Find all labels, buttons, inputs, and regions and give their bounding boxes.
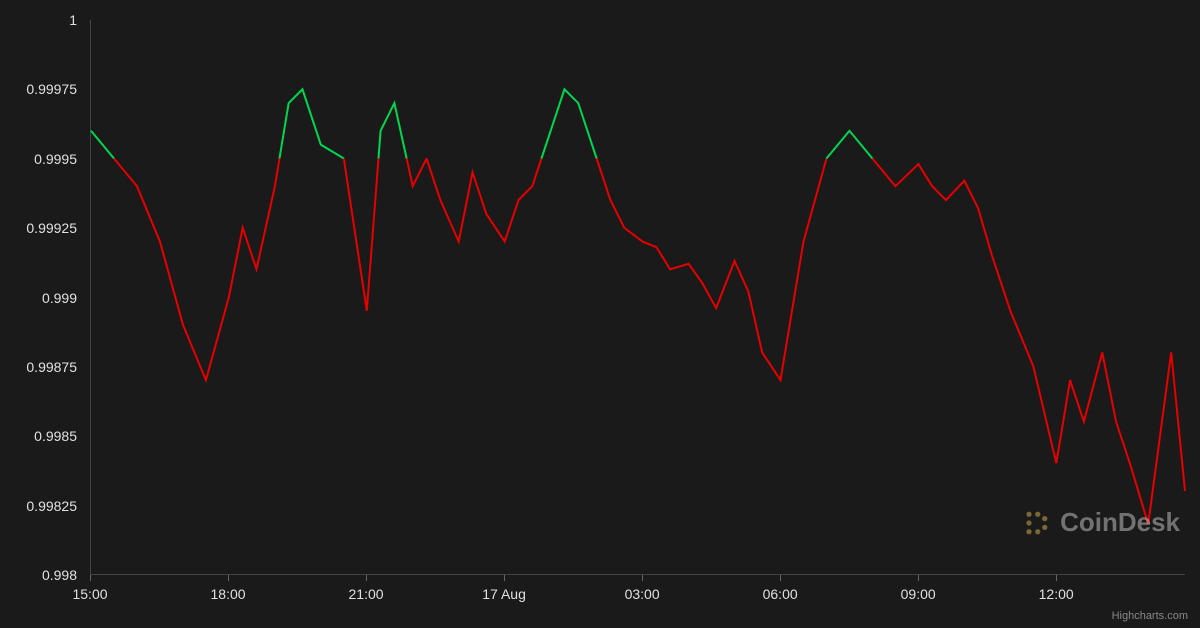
y-tick-label: 0.9995 [34, 151, 77, 167]
line-segment-up [279, 89, 343, 158]
x-tick-label: 09:00 [901, 586, 936, 602]
x-tick-label: 21:00 [349, 586, 384, 602]
y-tick-label: 0.9985 [34, 428, 77, 444]
x-tick-label: 12:00 [1039, 586, 1074, 602]
watermark-text: CoinDesk [1060, 507, 1180, 538]
line-segment-up [91, 131, 114, 159]
x-tick-label: 15:00 [72, 586, 107, 602]
x-axis: 15:0018:0021:0017 Aug03:0006:0009:0012:0… [90, 578, 1185, 608]
chart-line [91, 20, 1185, 574]
price-chart: 0.998 0.99825 0.9985 0.99875 0.999 0.99925 0.9… [0, 0, 1200, 628]
line-segment-down [344, 159, 379, 311]
line-segment-down [427, 159, 542, 242]
y-tick-label: 0.998 [42, 567, 77, 583]
coindesk-icon [1022, 509, 1050, 537]
y-tick-label: 0.999 [42, 290, 77, 306]
plot-area [90, 20, 1185, 575]
line-segment-down [597, 159, 827, 381]
y-tick-label: 0.99825 [26, 498, 77, 514]
x-tick-label: 18:00 [210, 586, 245, 602]
y-axis: 0.9980.998250.99850.998750.9990.999250.9… [0, 20, 85, 575]
y-tick-label: 0.99925 [26, 220, 77, 236]
x-tick-label: 03:00 [625, 586, 660, 602]
y-tick-label: 1 [69, 12, 77, 28]
line-segment-up [378, 103, 406, 158]
line-segment-down [407, 159, 427, 187]
line-segment-up [541, 89, 596, 158]
line-segment-up [826, 131, 872, 159]
x-tick-label: 17 Aug [482, 586, 526, 602]
y-tick-label: 0.99975 [26, 81, 77, 97]
watermark: CoinDesk [1022, 507, 1180, 538]
x-tick-label: 06:00 [763, 586, 798, 602]
line-segment-down [114, 159, 279, 381]
y-tick-label: 0.99875 [26, 359, 77, 375]
line-segment-down [872, 159, 1185, 525]
credit-text: Highcharts.com [1112, 610, 1188, 622]
